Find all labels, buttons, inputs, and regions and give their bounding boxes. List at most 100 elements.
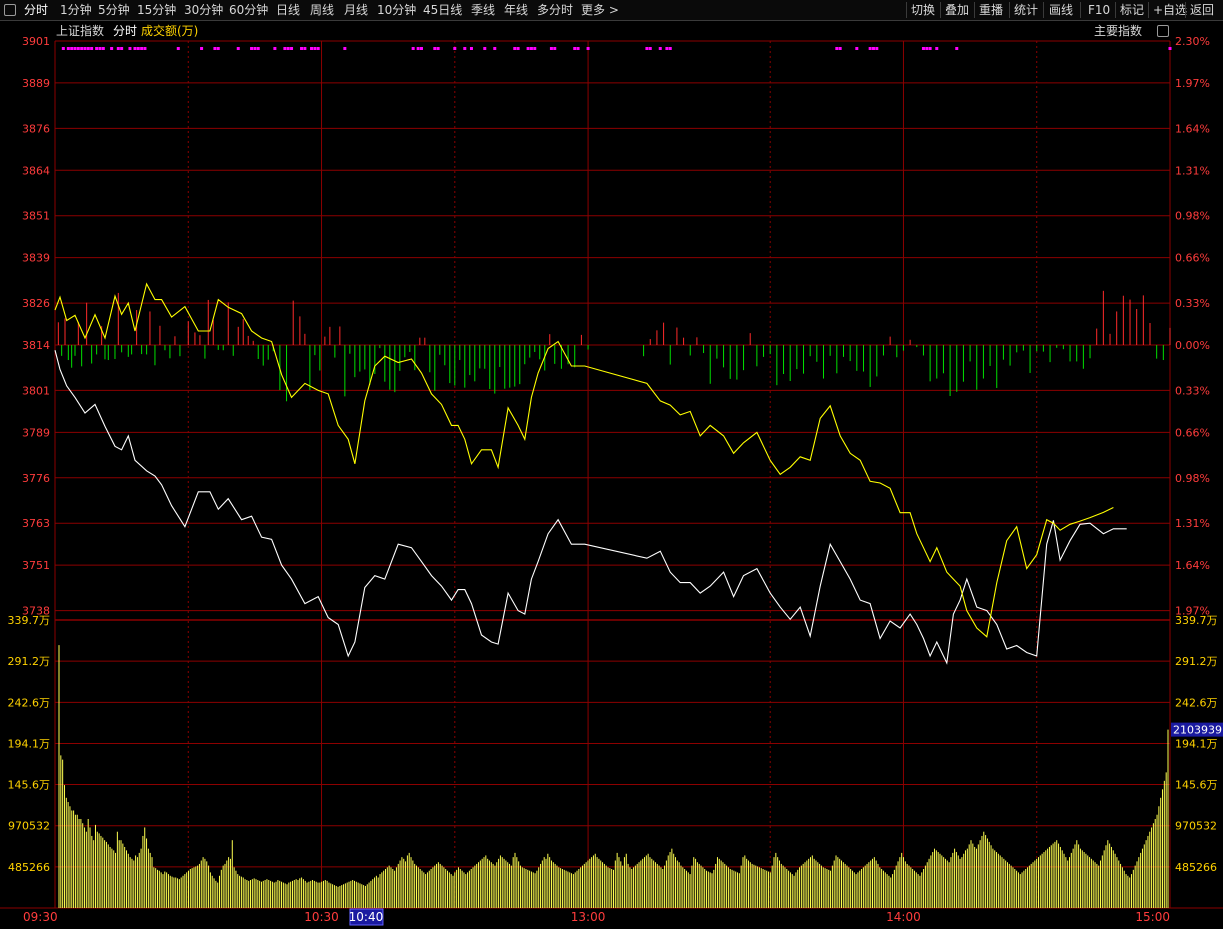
current-volume-label: 2103939 <box>1173 724 1222 737</box>
signal-marker <box>290 47 294 50</box>
signal-marker <box>553 47 557 50</box>
time-axis-label: 09:30 <box>23 910 58 924</box>
signal-marker <box>101 47 105 50</box>
signal-marker <box>586 47 590 50</box>
signal-marker <box>871 47 875 50</box>
signal-marker <box>70 47 74 50</box>
white-price-line <box>54 350 1127 665</box>
toolbar-action-0[interactable]: 切换 <box>911 2 935 18</box>
signal-marker <box>838 47 842 50</box>
period-tab-9[interactable]: 10分钟 <box>377 2 416 18</box>
period-tab-8[interactable]: 月线 <box>344 2 368 18</box>
toolbar-separator <box>1185 2 1186 18</box>
signal-marker <box>200 47 204 50</box>
toolbar-action-5[interactable]: F10 <box>1088 2 1110 18</box>
time-axis-label: 14:00 <box>886 910 921 924</box>
toolbar-separator <box>974 2 975 18</box>
signal-marker <box>143 47 147 50</box>
signal-marker <box>645 47 649 50</box>
signal-marker <box>549 47 553 50</box>
volume-tick-label-right: 194.1万 <box>1175 737 1218 750</box>
volume-tick-label: 339.7万 <box>8 614 51 627</box>
volume-tick-label: 145.6万 <box>8 779 51 792</box>
toolbar-separator <box>1148 2 1149 18</box>
signal-marker <box>236 47 240 50</box>
period-tab-10[interactable]: 45日线 <box>423 2 462 18</box>
signal-marker <box>513 47 517 50</box>
percent-tick-label: 1.31% <box>1175 517 1210 530</box>
toolbar-action-6[interactable]: 标记 <box>1120 2 1144 18</box>
period-tab-0[interactable]: 分时 <box>24 2 48 18</box>
period-tab-1[interactable]: 1分钟 <box>60 2 92 18</box>
signal-marker <box>925 47 929 50</box>
time-axis-label: 10:30 <box>304 910 339 924</box>
toolbar-separator <box>1009 2 1010 18</box>
signal-marker <box>216 47 220 50</box>
intraday-chart: 3901 2.30% 3889 1.97% 3876 1.64% 3864 1.31% 3851… <box>0 35 1223 926</box>
period-tab-7[interactable]: 周线 <box>310 2 334 18</box>
signal-marker <box>116 47 120 50</box>
signal-marker <box>658 47 662 50</box>
percent-tick-label: 1.97% <box>1175 77 1210 90</box>
toolbar-action-4[interactable]: 画线 <box>1049 2 1073 18</box>
period-tab-5[interactable]: 60分钟 <box>229 2 268 18</box>
signal-marker <box>110 47 114 50</box>
signal-marker <box>136 47 140 50</box>
price-tick-label: 3789 <box>22 426 50 439</box>
period-tab-12[interactable]: 年线 <box>504 2 528 18</box>
price-tick-label: 3763 <box>22 517 50 530</box>
main-index-toggle-icon[interactable] <box>1157 25 1169 37</box>
toolbar-action-2[interactable]: 重播 <box>979 2 1003 18</box>
volume-tick-label-right: 242.6万 <box>1175 696 1218 709</box>
toolbar-action-3[interactable]: 统计 <box>1014 2 1038 18</box>
toolbar-action-1[interactable]: 叠加 <box>945 2 969 18</box>
signal-marker <box>90 47 94 50</box>
period-tab-6[interactable]: 日线 <box>276 2 300 18</box>
percent-tick-label: 0.33% <box>1175 384 1210 397</box>
period-tab-14[interactable]: 更多 > <box>581 2 619 18</box>
price-tick-label: 3776 <box>22 472 50 485</box>
mode-label: 分时 <box>113 24 138 38</box>
signal-marker <box>463 47 467 50</box>
toolbar-action-8[interactable]: 返回 <box>1190 2 1214 18</box>
signal-marker <box>668 47 672 50</box>
period-tab-2[interactable]: 5分钟 <box>98 2 130 18</box>
toolbar-separator <box>1080 2 1081 18</box>
period-toolbar: 分时 1分钟 5分钟 15分钟 30分钟 60分钟 日线 周线 月线 10分钟 45日线 季线 年线 多分… <box>0 0 1223 21</box>
signal-marker <box>453 47 457 50</box>
period-tab-11[interactable]: 季线 <box>471 2 495 18</box>
signal-marker <box>411 47 415 50</box>
volume-tick-label: 970532 <box>8 820 50 833</box>
percent-tick-label: 1.31% <box>1175 164 1210 177</box>
volume-tick-label-right: 145.6万 <box>1175 779 1218 792</box>
volume-tick-label: 485266 <box>8 861 50 874</box>
time-axis-label: 13:00 <box>571 910 606 924</box>
toolbar-action-7[interactable]: +自选 <box>1153 2 1187 18</box>
signal-marker <box>316 47 320 50</box>
window-icon[interactable] <box>4 4 16 16</box>
period-tab-3[interactable]: 15分钟 <box>137 2 176 18</box>
price-tick-label: 3751 <box>22 559 50 572</box>
percent-tick-label: 0.33% <box>1175 297 1210 310</box>
signal-marker <box>573 47 577 50</box>
signal-marker <box>120 47 124 50</box>
signal-marker <box>469 47 473 50</box>
cursor-time-label: 10:40 <box>349 910 384 924</box>
signal-marker <box>256 47 260 50</box>
index-name-label: 上证指数 <box>56 24 105 38</box>
signal-marker <box>300 47 304 50</box>
signal-marker <box>433 47 437 50</box>
signal-marker <box>83 47 87 50</box>
main-index-button[interactable]: 主要指数 <box>1094 23 1142 39</box>
time-axis-label: 15:00 <box>1135 910 1170 924</box>
signal-marker <box>98 47 102 50</box>
price-tick-label: 3826 <box>22 297 50 310</box>
percent-tick-label: 0.66% <box>1175 426 1210 439</box>
signal-marker <box>493 47 497 50</box>
signal-marker <box>313 47 317 50</box>
signal-marker <box>1168 47 1172 50</box>
period-tab-4[interactable]: 30分钟 <box>184 2 223 18</box>
signal-marker <box>310 47 314 50</box>
period-tab-13[interactable]: 多分时 <box>537 2 573 18</box>
volume-tick-label: 242.6万 <box>8 696 51 709</box>
